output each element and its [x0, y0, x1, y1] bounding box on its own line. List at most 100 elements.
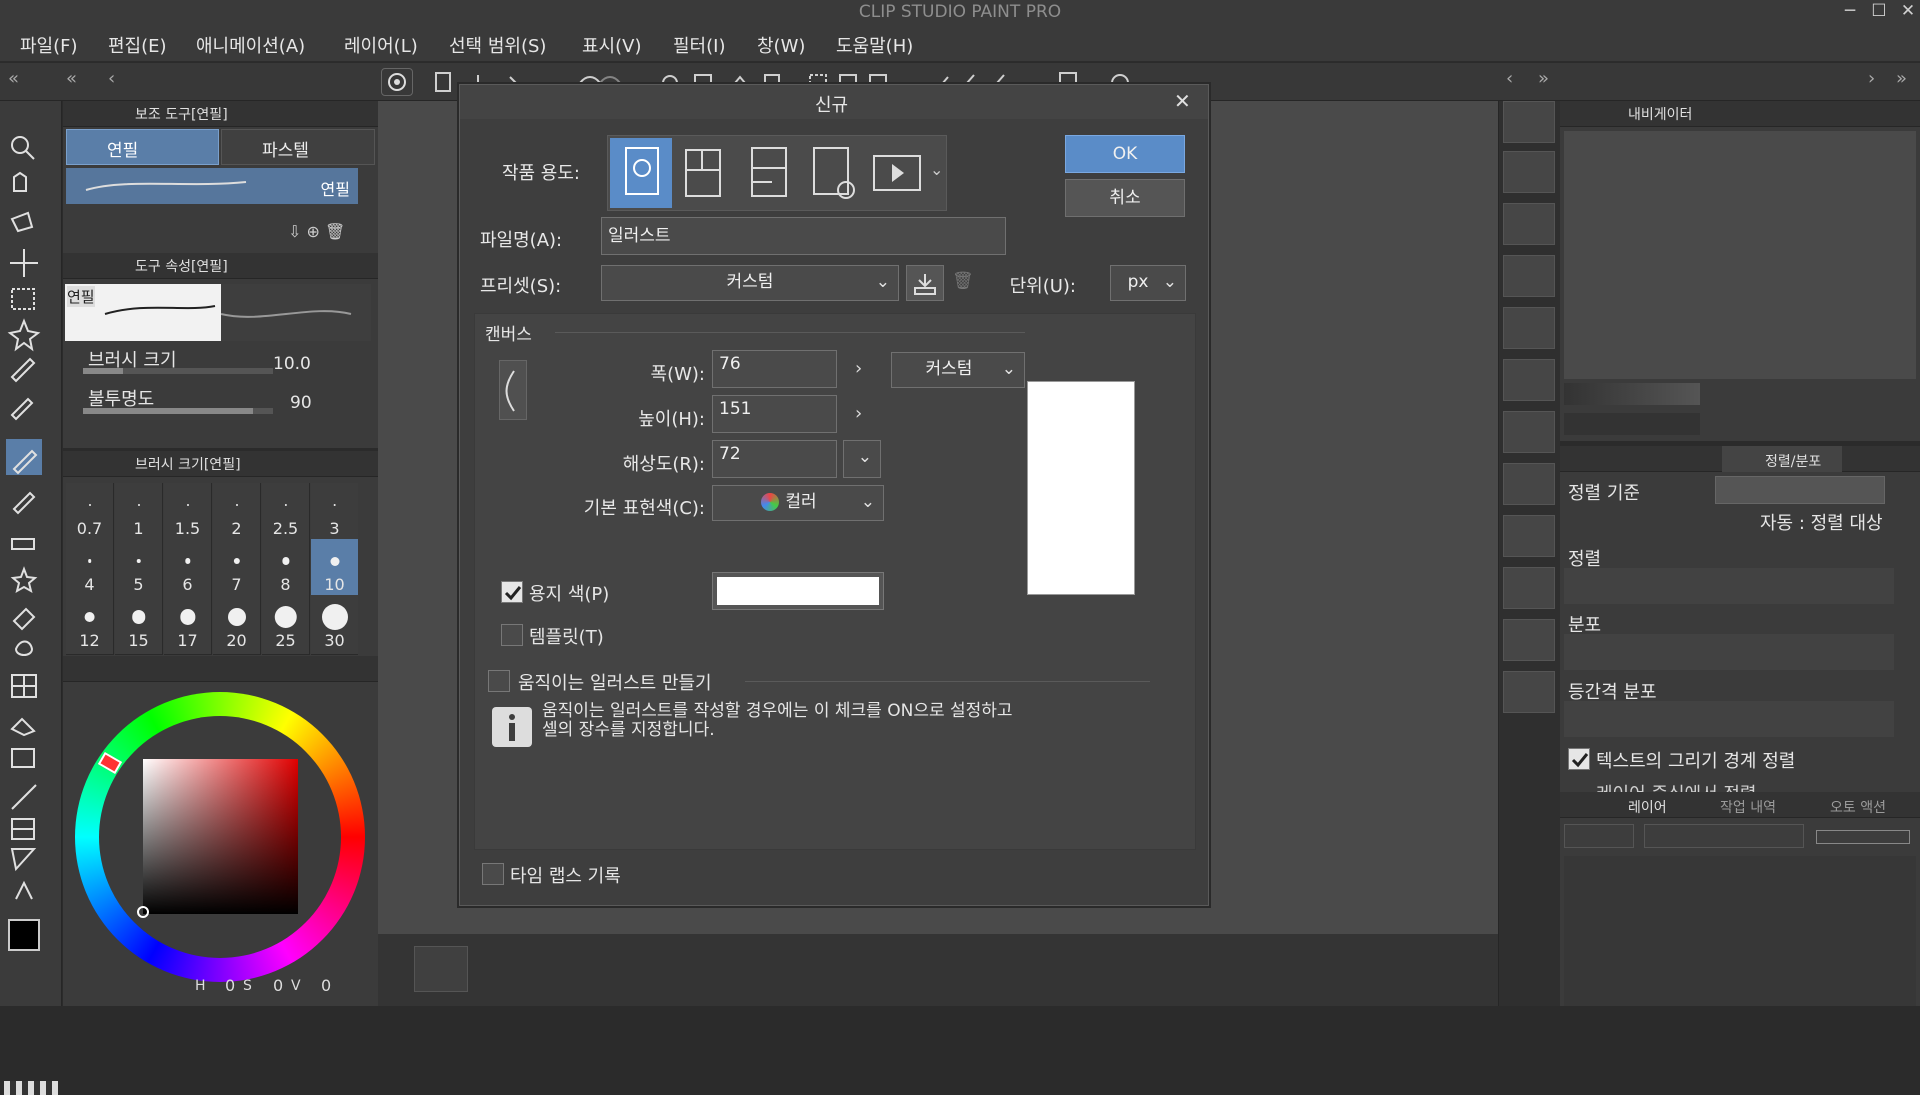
cancel-button[interactable]: 취소	[1065, 179, 1185, 217]
chevron-right-icon[interactable]: ›	[1868, 68, 1875, 89]
right-strip-button-5[interactable]	[1503, 307, 1555, 349]
menu-selection[interactable]: 선택 범위(S)	[449, 32, 546, 58]
right-strip-button-11[interactable]	[1503, 619, 1555, 661]
tab-layer[interactable]: 레이어	[1628, 797, 1667, 817]
sat-value[interactable]: 0	[273, 976, 283, 995]
color-mode-select[interactable]: 컬러 ⌄	[712, 485, 884, 521]
preset-select[interactable]: 커스텀 ⌄	[601, 265, 899, 301]
resolution-input[interactable]: 72	[712, 440, 837, 478]
chevron-left-icon[interactable]: ‹	[108, 68, 115, 89]
minimize-button[interactable]: ─	[1835, 0, 1865, 24]
brush-size-preset[interactable]: 30	[311, 595, 358, 655]
dialog-close-button[interactable]: ✕	[1174, 89, 1191, 113]
menu-layer[interactable]: 레이어(L)	[344, 32, 418, 58]
filename-input[interactable]: 일러스트	[601, 217, 1006, 255]
brush-size-preset[interactable]: 2.5	[262, 483, 310, 543]
clip-studio-icon[interactable]	[381, 68, 413, 96]
save-preset-button[interactable]	[906, 265, 944, 301]
brush-size-preset[interactable]: 3	[311, 483, 358, 543]
right-strip-button-6[interactable]	[1503, 359, 1555, 401]
brush-size-preset[interactable]: 17	[164, 595, 212, 655]
close-window-button[interactable]: ✕	[1893, 0, 1920, 24]
comic-icon[interactable]	[674, 138, 736, 208]
right-strip-button-7[interactable]	[1503, 411, 1555, 453]
comic-settings-icon[interactable]	[802, 138, 864, 208]
hue-value[interactable]: 0	[225, 976, 235, 995]
collapse-left-icon[interactable]: «	[8, 68, 19, 89]
opacity-slider[interactable]	[83, 408, 273, 414]
brush-size-preset[interactable]: 5	[115, 539, 163, 599]
blend-mode-select[interactable]	[1564, 824, 1634, 848]
menu-animation[interactable]: 애니메이션(A)	[196, 32, 305, 58]
tool-icons[interactable]	[6, 129, 42, 979]
tab-auto-action[interactable]: 오토 액션	[1830, 797, 1886, 817]
brush-size-preset[interactable]: 15	[115, 595, 163, 655]
expression-color-select[interactable]	[1644, 824, 1804, 848]
opacity-bar[interactable]	[1816, 830, 1910, 844]
brush-preview-pencil[interactable]: 연필	[66, 168, 358, 204]
layer-list[interactable]	[1564, 856, 1916, 1006]
opacity-value[interactable]: 90	[290, 393, 312, 413]
paper-color-checkbox[interactable]	[501, 581, 523, 603]
text-bounds-checkbox[interactable]	[1568, 748, 1590, 770]
transparent-color-swatch[interactable]	[4, 1081, 58, 1095]
width-link-icon[interactable]: ›	[855, 358, 862, 379]
size-preset-select[interactable]: 커스텀 ⌄	[891, 352, 1025, 388]
right-strip-button-1[interactable]	[1503, 101, 1555, 143]
menu-window[interactable]: 창(W)	[757, 32, 805, 58]
height-input[interactable]: 151	[712, 395, 837, 433]
align-basis-selector[interactable]	[1715, 476, 1885, 504]
brush-size-value[interactable]: 10.0	[273, 354, 311, 374]
timelapse-checkbox[interactable]	[482, 863, 504, 885]
brush-size-preset[interactable]: 1	[115, 483, 163, 543]
right-strip-button-3[interactable]	[1503, 203, 1555, 245]
brush-size-preset[interactable]: 8	[262, 539, 310, 599]
sidebar-toggle-button[interactable]	[414, 946, 468, 992]
brush-size-preset[interactable]: 10	[311, 539, 358, 599]
menu-view[interactable]: 표시(V)	[582, 32, 641, 58]
brush-size-preset[interactable]: 7	[213, 539, 261, 599]
navigator-preview[interactable]	[1564, 131, 1916, 379]
align-buttons[interactable]	[1564, 568, 1894, 604]
val-value[interactable]: 0	[321, 976, 331, 995]
navigator-rotate-slider[interactable]	[1564, 413, 1700, 435]
illustration-icon[interactable]	[610, 138, 672, 208]
navigator-zoom-slider[interactable]	[1564, 383, 1700, 405]
brush-size-preset[interactable]: 4	[66, 539, 114, 599]
expand-right-icon[interactable]: »	[1538, 68, 1549, 89]
brush-size-preset[interactable]: 20	[213, 595, 261, 655]
menu-file[interactable]: 파일(F)	[20, 32, 78, 58]
brush-size-preset[interactable]: 2	[213, 483, 261, 543]
subtool-tab-pastel[interactable]: 파스텔	[221, 129, 375, 165]
chevron-down-icon[interactable]: ⌄	[930, 160, 943, 179]
width-input[interactable]: 76	[712, 350, 837, 388]
comic-print-icon[interactable]	[738, 138, 800, 208]
paper-color-swatch[interactable]	[712, 572, 884, 610]
brush-size-preset[interactable]: 25	[262, 595, 310, 655]
swap-orientation-button[interactable]	[499, 360, 527, 420]
right-strip-button-12[interactable]	[1503, 671, 1555, 713]
chevron-left-right-icon[interactable]: ‹	[1506, 68, 1513, 89]
brush-size-preset[interactable]: 1.5	[164, 483, 212, 543]
brush-size-preset[interactable]: 6	[164, 539, 212, 599]
resolution-dropdown[interactable]: ⌄	[843, 440, 881, 478]
right-strip-button-8[interactable]	[1503, 463, 1555, 505]
menu-help[interactable]: 도움말(H)	[836, 32, 913, 58]
animated-illustration-checkbox[interactable]	[488, 670, 510, 692]
right-strip-button-9[interactable]	[1503, 515, 1555, 557]
delete-preset-icon[interactable]: 🗑	[952, 271, 980, 299]
menu-filter[interactable]: 필터(I)	[673, 32, 725, 58]
animation-icon[interactable]	[866, 138, 928, 208]
saturation-value-square[interactable]	[143, 759, 298, 914]
main-color-swatch[interactable]	[8, 919, 40, 951]
right-strip-button-10[interactable]	[1503, 567, 1555, 609]
brush-size-preset[interactable]: 0.7	[66, 483, 114, 543]
ok-button[interactable]: OK	[1065, 135, 1185, 173]
brush-size-slider[interactable]	[83, 368, 273, 374]
color-picker-cursor[interactable]	[137, 906, 149, 918]
unit-select[interactable]: px ⌄	[1110, 265, 1186, 301]
collapse-left-2-icon[interactable]: «	[66, 68, 77, 89]
height-link-icon[interactable]: ›	[855, 403, 862, 424]
brush-size-preset[interactable]: 12	[66, 595, 114, 655]
right-strip-button-2[interactable]	[1503, 151, 1555, 193]
